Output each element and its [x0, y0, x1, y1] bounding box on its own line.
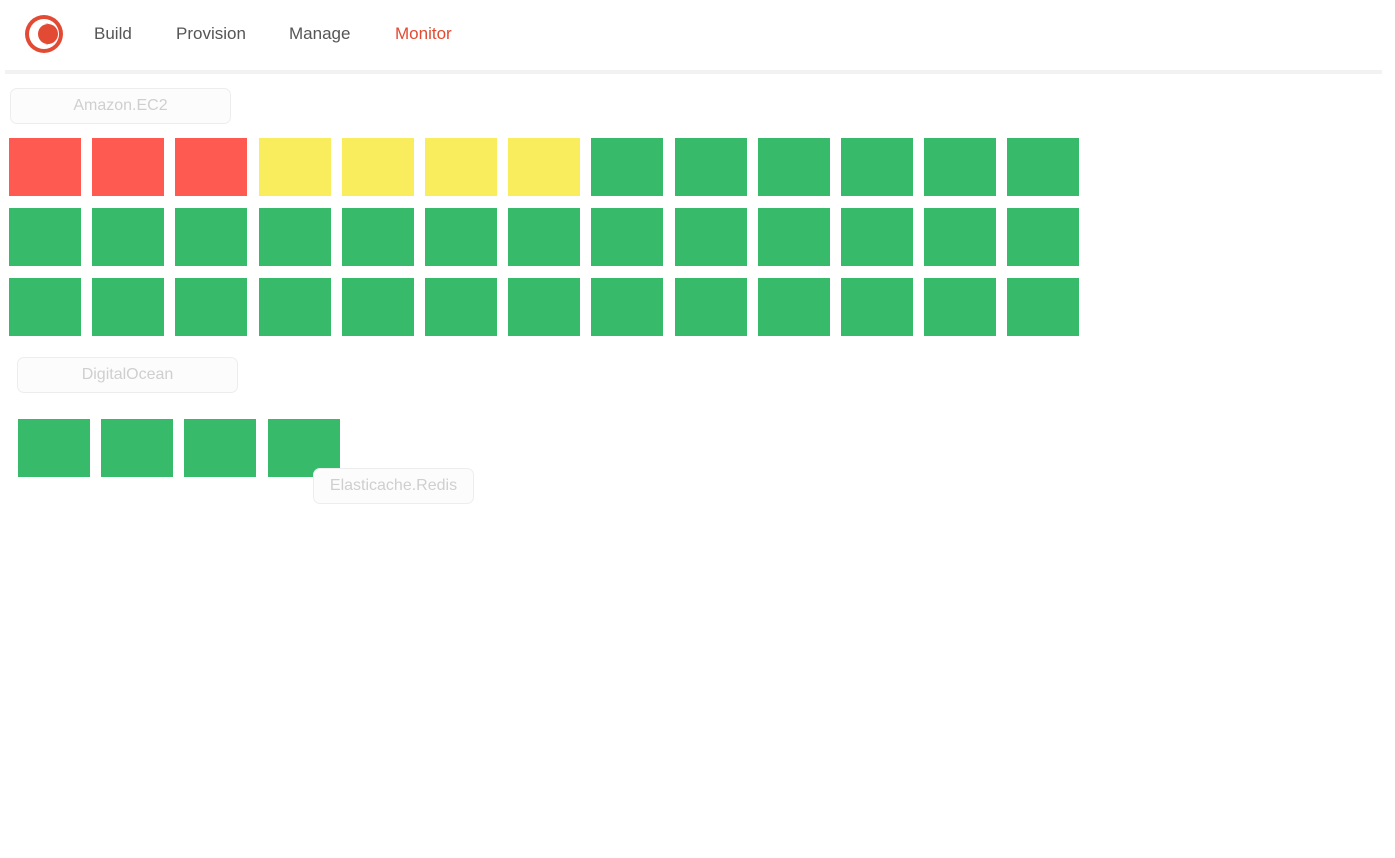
amazon-ec2-status-tile[interactable] — [92, 138, 165, 196]
amazon-ec2-status-tile[interactable] — [924, 208, 997, 266]
amazon-ec2-status-tile[interactable] — [924, 138, 997, 196]
logo-icon[interactable] — [24, 14, 64, 54]
nav-manage[interactable]: Manage — [289, 24, 350, 44]
amazon-ec2-status-tile[interactable] — [757, 278, 830, 336]
amazon-ec2-status-tile[interactable] — [92, 278, 165, 336]
group-label-amazon-ec2: Amazon.EC2 — [10, 88, 231, 124]
amazon-ec2-status-tile[interactable] — [591, 138, 664, 196]
amazon-ec2-status-tile[interactable] — [841, 278, 913, 336]
amazon-ec2-status-tile[interactable] — [1007, 208, 1080, 266]
group-label-digitalocean: DigitalOcean — [17, 357, 238, 393]
amazon-ec2-status-tile[interactable] — [508, 208, 581, 266]
amazon-ec2-status-tile[interactable] — [92, 208, 165, 266]
amazon-ec2-status-tile[interactable] — [757, 138, 830, 196]
amazon-ec2-status-tile[interactable] — [175, 278, 248, 336]
amazon-ec2-status-tile[interactable] — [1007, 138, 1080, 196]
digitalocean-status-tile[interactable] — [18, 419, 90, 477]
amazon-ec2-status-tile[interactable] — [9, 278, 81, 336]
nav-provision[interactable]: Provision — [176, 24, 246, 44]
amazon-ec2-status-tile[interactable] — [425, 208, 497, 266]
amazon-ec2-status-tile[interactable] — [425, 138, 497, 196]
amazon-ec2-status-tile[interactable] — [341, 278, 414, 336]
digitalocean-status-tile[interactable] — [184, 419, 257, 477]
digitalocean-status-tile[interactable] — [101, 419, 174, 477]
amazon-ec2-status-tile[interactable] — [341, 208, 414, 266]
amazon-ec2-status-tile[interactable] — [924, 278, 997, 336]
amazon-ec2-status-tile[interactable] — [674, 278, 747, 336]
amazon-ec2-status-tile[interactable] — [1007, 278, 1080, 336]
amazon-ec2-status-tile[interactable] — [258, 208, 331, 266]
amazon-ec2-status-tile[interactable] — [508, 278, 581, 336]
amazon-ec2-status-tile[interactable] — [9, 208, 81, 266]
amazon-ec2-status-tile[interactable] — [757, 208, 830, 266]
amazon-ec2-status-tile[interactable] — [841, 208, 913, 266]
amazon-ec2-status-tile[interactable] — [425, 278, 497, 336]
amazon-ec2-status-tile[interactable] — [175, 208, 248, 266]
amazon-ec2-status-tile[interactable] — [591, 208, 664, 266]
amazon-ec2-status-tile[interactable] — [841, 138, 913, 196]
amazon-ec2-status-tile[interactable] — [674, 138, 747, 196]
amazon-ec2-status-tile[interactable] — [175, 138, 248, 196]
nav-build[interactable]: Build — [94, 24, 132, 44]
amazon-ec2-status-tile[interactable] — [674, 208, 747, 266]
top-navigation-bar: Build Provision Manage Monitor — [5, 0, 1382, 74]
nav-monitor[interactable]: Monitor — [395, 24, 452, 44]
amazon-ec2-status-tile[interactable] — [508, 138, 581, 196]
amazon-ec2-status-tile[interactable] — [258, 138, 331, 196]
amazon-ec2-status-tile[interactable] — [341, 138, 414, 196]
amazon-ec2-status-tile[interactable] — [9, 138, 81, 196]
group-label-elasticache-redis: Elasticache.Redis — [313, 468, 474, 504]
amazon-ec2-status-tile[interactable] — [258, 278, 331, 336]
amazon-ec2-status-tile[interactable] — [591, 278, 664, 336]
